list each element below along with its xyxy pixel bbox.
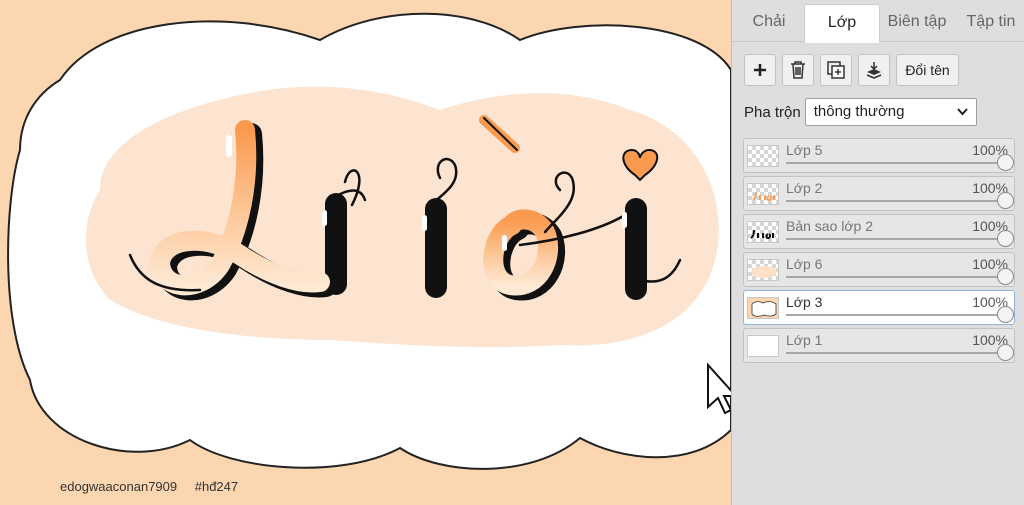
layer-thumbnail [747,183,779,205]
opacity-slider-knob[interactable] [997,344,1014,361]
merge-down-icon [866,62,882,79]
right-panel: Chải Lớp Biên tập Tập tin Đổi tên Pha tr… [731,0,1024,505]
layer-name: Lớp 6 [786,256,823,272]
opacity-slider[interactable] [786,154,1014,171]
layer-item[interactable]: Lớp 1 100% [743,328,1015,363]
blend-mode-label: Pha trộn [744,103,801,121]
credit-text: edogwaaconan7909 #hđ247 [60,479,252,494]
blend-mode-row: Pha trộn thông thường [744,98,977,126]
layer-name: Lớp 5 [786,142,823,158]
layer-name: Lớp 1 [786,332,823,348]
opacity-slider[interactable] [786,306,1014,323]
rename-layer-button[interactable]: Đổi tên [896,54,959,86]
plus-icon [754,64,766,76]
artwork [0,0,731,505]
layer-thumbnail [747,297,779,319]
duplicate-layer-icon [827,61,845,79]
add-layer-button[interactable] [744,54,776,86]
layer-item[interactable]: Bản sao lớp 2 100% [743,214,1015,249]
opacity-slider-knob[interactable] [997,192,1014,209]
opacity-slider-knob[interactable] [997,306,1014,323]
opacity-slider[interactable] [786,268,1014,285]
duplicate-layer-button[interactable] [820,54,852,86]
tab-brush[interactable]: Chải [738,4,800,42]
layer-name: Lớp 2 [786,180,823,196]
opacity-slider-knob[interactable] [997,230,1014,247]
opacity-slider[interactable] [786,230,1014,247]
layer-item[interactable]: Lớp 3 100% [743,290,1015,325]
trash-icon [791,61,805,79]
layer-list: Lớp 5 100% Lớp 2 100% Bản sao lớp 2 100%… [743,138,1015,366]
layer-thumbnail [747,335,779,357]
layer-thumbnail [747,145,779,167]
credit-user: edogwaaconan7909 [60,479,178,494]
delete-layer-button[interactable] [782,54,814,86]
tab-file[interactable]: Tập tin [958,4,1024,42]
tab-edit[interactable]: Biên tập [882,4,952,42]
layer-item[interactable]: Lớp 5 100% [743,138,1015,173]
opacity-slider-knob[interactable] [997,154,1014,171]
blend-mode-value: thông thường [813,103,905,120]
layer-thumbnail [747,259,779,281]
layer-item[interactable]: Lớp 2 100% [743,176,1015,211]
chevron-down-icon [956,108,968,116]
blend-mode-select[interactable]: thông thường [804,98,977,126]
opacity-slider[interactable] [786,192,1014,209]
layer-name: Bản sao lớp 2 [786,218,874,234]
credit-hashtag: #hđ247 [194,479,239,494]
merge-down-button[interactable] [858,54,890,86]
drawing-canvas[interactable]: edogwaaconan7909 #hđ247 [0,0,731,505]
opacity-slider-knob[interactable] [997,268,1014,285]
opacity-slider[interactable] [786,344,1014,361]
layer-item[interactable]: Lớp 6 100% [743,252,1015,287]
tab-layers[interactable]: Lớp [804,4,880,43]
layer-name: Lớp 3 [786,294,823,310]
panel-tabs: Chải Lớp Biên tập Tập tin [732,0,1024,43]
layer-thumbnail [747,221,779,243]
